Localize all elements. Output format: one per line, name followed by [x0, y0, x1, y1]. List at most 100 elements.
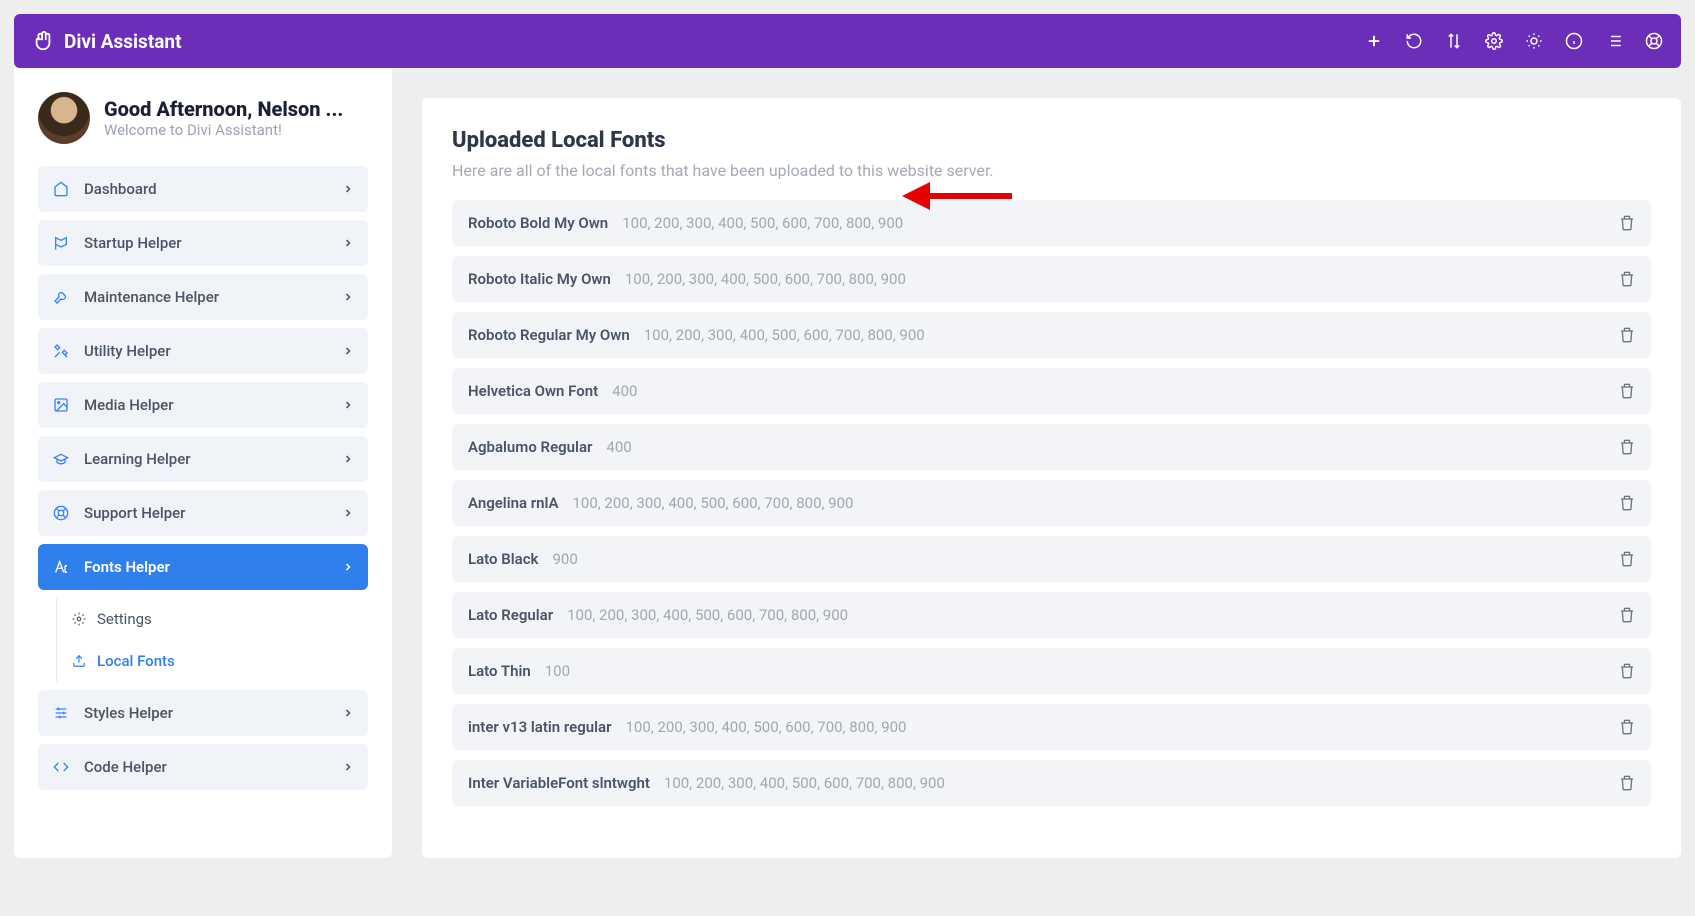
- chevron-right-icon: [342, 291, 354, 303]
- font-row: Roboto Regular My Own 100, 200, 300, 400,…: [452, 312, 1651, 358]
- sidebar-item-media-helper[interactable]: Media Helper: [38, 382, 368, 428]
- greeting-text: Good Afternoon, Nelson ...: [104, 97, 343, 121]
- annotation-arrow-icon: [902, 178, 1012, 214]
- sidebar-item-label: Dashboard: [84, 180, 157, 198]
- delete-font-button[interactable]: [1619, 271, 1635, 287]
- delete-font-button[interactable]: [1619, 383, 1635, 399]
- delete-font-button[interactable]: [1619, 663, 1635, 679]
- chevron-right-icon: [342, 237, 354, 249]
- sidebar-item-label: Fonts Helper: [84, 558, 170, 576]
- sidebar-item-code-helper[interactable]: Code Helper: [38, 744, 368, 790]
- sidebar-item-label: Maintenance Helper: [84, 288, 219, 306]
- font-weights: 100, 200, 300, 400, 500, 600, 700, 800, …: [664, 774, 945, 792]
- chevron-right-icon: [342, 561, 354, 573]
- font-name: Roboto Regular My Own: [468, 326, 630, 344]
- font-row: inter v13 latin regular 100, 200, 300, 40…: [452, 704, 1651, 750]
- sort-icon[interactable]: [1445, 32, 1463, 50]
- sun-icon[interactable]: [1525, 32, 1543, 50]
- delete-font-button[interactable]: [1619, 775, 1635, 791]
- subnav-label: Local Fonts: [97, 652, 175, 670]
- hand-icon: [32, 30, 54, 52]
- chevron-right-icon: [342, 399, 354, 411]
- page-subtitle: Here are all of the local fonts that hav…: [452, 161, 1651, 180]
- sidebar-item-label: Styles Helper: [84, 704, 173, 722]
- sidebar: Good Afternoon, Nelson ... Welcome to Di…: [14, 68, 392, 858]
- font-weights: 100, 200, 300, 400, 500, 600, 700, 800, …: [625, 270, 906, 288]
- font-name: Helvetica Own Font: [468, 382, 598, 400]
- chevron-right-icon: [342, 183, 354, 195]
- font-name: Agbalumo Regular: [468, 438, 592, 456]
- sidebar-item-learning-helper[interactable]: Learning Helper: [38, 436, 368, 482]
- sidebar-item-label: Support Helper: [84, 504, 185, 522]
- sliders-icon: [52, 705, 70, 721]
- list-icon[interactable]: [1605, 32, 1623, 50]
- info-icon[interactable]: [1565, 32, 1583, 50]
- sidebar-item-dashboard[interactable]: Dashboard: [38, 166, 368, 212]
- avatar: [38, 92, 90, 144]
- welcome-text: Welcome to Divi Assistant!: [104, 121, 343, 139]
- delete-font-button[interactable]: [1619, 439, 1635, 455]
- font-weights: 100, 200, 300, 400, 500, 600, 700, 800, …: [622, 214, 903, 232]
- wrench-icon: [52, 289, 70, 305]
- delete-font-button[interactable]: [1619, 551, 1635, 567]
- sidebar-item-fonts-helper[interactable]: Fonts Helper: [38, 544, 368, 590]
- page-title: Uploaded Local Fonts: [452, 128, 1651, 153]
- image-icon: [52, 397, 70, 413]
- font-weights: 100, 200, 300, 400, 500, 600, 700, 800, …: [567, 606, 848, 624]
- delete-font-button[interactable]: [1619, 719, 1635, 735]
- subnav-item-local-fonts[interactable]: Local Fonts: [57, 640, 368, 682]
- brand: Divi Assistant: [32, 30, 182, 53]
- topbar-actions: [1365, 32, 1663, 50]
- profile: Good Afternoon, Nelson ... Welcome to Di…: [38, 92, 368, 144]
- flag-icon: [52, 235, 70, 251]
- font-name: Lato Thin: [468, 662, 531, 680]
- delete-font-button[interactable]: [1619, 215, 1635, 231]
- gear-icon[interactable]: [1485, 32, 1503, 50]
- font-weights: 100, 200, 300, 400, 500, 600, 700, 800, …: [644, 326, 925, 344]
- upload-icon: [71, 654, 87, 668]
- subnav-label: Settings: [97, 610, 152, 628]
- subnav-item-settings[interactable]: Settings: [57, 598, 368, 640]
- help-icon[interactable]: [1645, 32, 1663, 50]
- code-icon: [52, 759, 70, 775]
- sidebar-item-styles-helper[interactable]: Styles Helper: [38, 690, 368, 736]
- sidebar-item-support-helper[interactable]: Support Helper: [38, 490, 368, 536]
- chevron-right-icon: [342, 761, 354, 773]
- font-row: Lato Black 900: [452, 536, 1651, 582]
- grad-icon: [52, 451, 70, 467]
- sidebar-item-label: Learning Helper: [84, 450, 191, 468]
- font-name: Lato Regular: [468, 606, 553, 624]
- font-row: Agbalumo Regular400: [452, 424, 1651, 470]
- sidebar-item-utility-helper[interactable]: Utility Helper: [38, 328, 368, 374]
- chevron-right-icon: [342, 507, 354, 519]
- sidebar-item-startup-helper[interactable]: Startup Helper: [38, 220, 368, 266]
- sidebar-item-label: Media Helper: [84, 396, 174, 414]
- tools-icon: [52, 343, 70, 359]
- font-row: Angelina rnlA 100, 200, 300, 400, 500, 60…: [452, 480, 1651, 526]
- topbar: Divi Assistant: [14, 14, 1681, 68]
- undo-icon[interactable]: [1405, 32, 1423, 50]
- font-row: Roboto Bold My Own 100, 200, 300, 400, 50…: [452, 200, 1651, 246]
- font-name: Roboto Italic My Own: [468, 270, 611, 288]
- sidebar-item-label: Code Helper: [84, 758, 167, 776]
- font-icon: [52, 559, 70, 575]
- life-icon: [52, 505, 70, 521]
- delete-font-button[interactable]: [1619, 327, 1635, 343]
- font-name: Roboto Bold My Own: [468, 214, 608, 232]
- font-row: Inter VariableFont slntwght 100, 200, 300…: [452, 760, 1651, 806]
- font-weights: 100, 200, 300, 400, 500, 600, 700, 800, …: [572, 494, 853, 512]
- font-row: Lato Thin100: [452, 648, 1651, 694]
- font-row: Lato Regular 100, 200, 300, 400, 500, 600…: [452, 592, 1651, 638]
- font-weights: 100, 200, 300, 400, 500, 600, 700, 800, …: [625, 718, 906, 736]
- sidebar-item-label: Utility Helper: [84, 342, 171, 360]
- font-weights: 900: [552, 550, 577, 568]
- sidebar-item-maintenance-helper[interactable]: Maintenance Helper: [38, 274, 368, 320]
- font-name: Angelina rnlA: [468, 494, 558, 512]
- delete-font-button[interactable]: [1619, 495, 1635, 511]
- font-name: Lato Black: [468, 550, 538, 568]
- font-row: Helvetica Own Font400: [452, 368, 1651, 414]
- font-name: Inter VariableFont slntwght: [468, 774, 650, 792]
- delete-font-button[interactable]: [1619, 607, 1635, 623]
- plus-icon[interactable]: [1365, 32, 1383, 50]
- font-name: inter v13 latin regular: [468, 718, 611, 736]
